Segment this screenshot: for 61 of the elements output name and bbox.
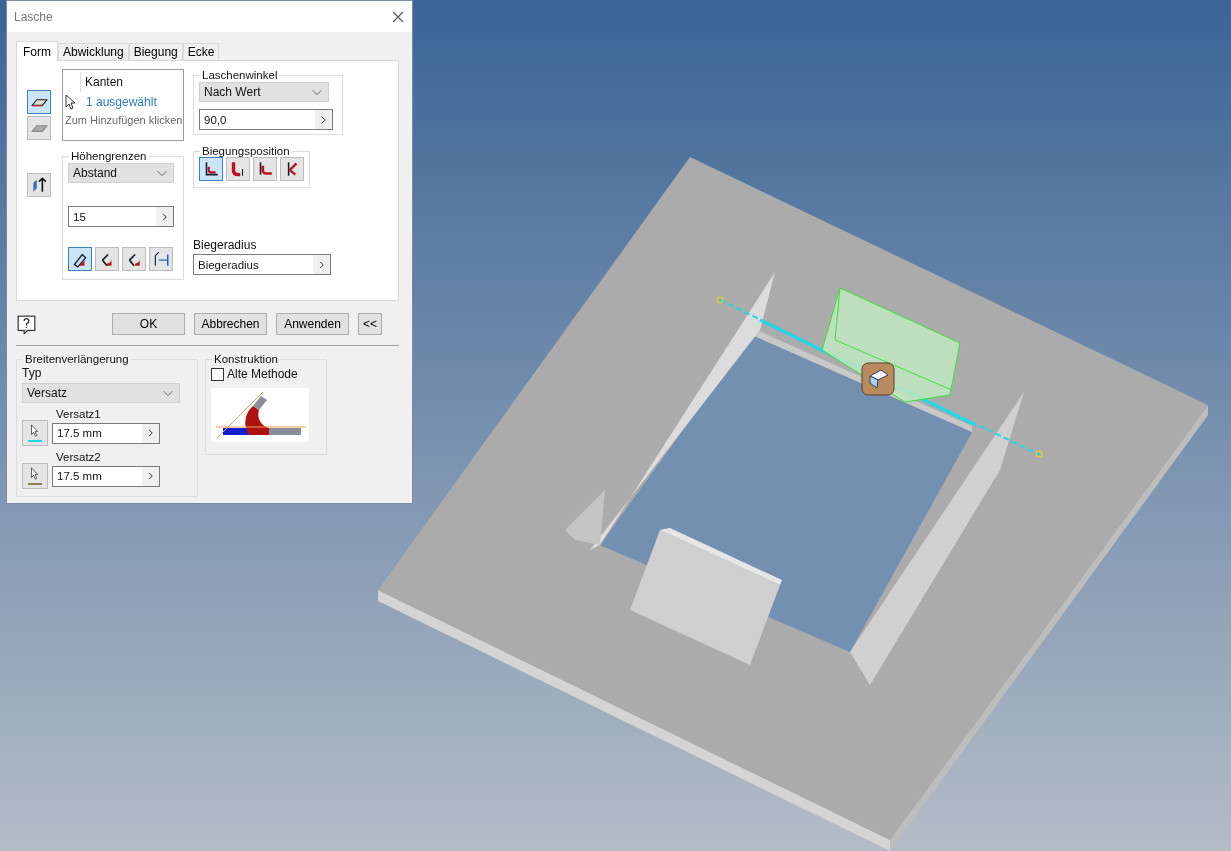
dialog-button[interactable]: Anwenden — [276, 313, 349, 335]
input-field[interactable]: 90,0 — [199, 109, 333, 130]
selection-count[interactable]: 1 ausgewählt — [86, 95, 183, 109]
field-value: 15 — [72, 209, 87, 225]
group-label: Breitenverlängerung — [24, 353, 130, 365]
checkbox-label[interactable]: Alte Methode — [227, 367, 298, 381]
toggle-button[interactable] — [68, 247, 92, 271]
toggle-button[interactable] — [27, 173, 51, 197]
toggle-button[interactable] — [149, 247, 173, 271]
dropdown[interactable]: Versatz — [22, 383, 180, 403]
input-field[interactable]: 15 — [68, 206, 174, 227]
toggle-button[interactable] — [27, 90, 51, 114]
field-label: Versatz1 — [56, 408, 102, 420]
cursor-icon — [65, 94, 75, 110]
toggle-button[interactable] — [27, 116, 51, 140]
input-field[interactable]: 17.5 mm — [52, 465, 160, 487]
help-icon[interactable] — [16, 314, 37, 334]
group-label: Biegungsposition — [201, 145, 291, 157]
selection-header: Kanten — [85, 75, 125, 91]
input-field[interactable]: 17.5 mm — [52, 422, 160, 444]
field-value: 17.5 mm — [56, 469, 103, 484]
group-label: Höhengrenzen — [70, 150, 148, 162]
close-icon[interactable] — [392, 10, 404, 23]
arrow-button[interactable] — [142, 423, 159, 443]
selection-box[interactable]: Kanten 1 ausgewählt Zum Hinzufügen klicken — [62, 69, 184, 141]
input-field[interactable]: Biegeradius — [193, 254, 331, 275]
arrow-button[interactable] — [142, 466, 159, 486]
tab[interactable]: Abwicklung — [58, 43, 129, 60]
dialog-button[interactable]: Abbrechen — [194, 313, 267, 335]
field-label: Biegeradius — [193, 238, 257, 254]
group-label: Konstruktion — [213, 353, 279, 365]
cursor-icon — [28, 424, 42, 438]
tab[interactable]: Biegung — [128, 43, 183, 60]
toggle-button[interactable] — [253, 157, 277, 181]
cursor-icon — [28, 467, 42, 481]
window-title: Lasche — [14, 9, 53, 24]
field-value: 17.5 mm — [56, 426, 103, 441]
dropdown[interactable]: Nach Wert — [199, 82, 329, 102]
checkbox[interactable] — [211, 367, 224, 381]
toggle-button[interactable] — [199, 157, 223, 181]
dropdown-value: Versatz — [27, 386, 68, 400]
bend-glyph-icon[interactable] — [861, 362, 895, 396]
dropdown[interactable]: Abstand — [68, 163, 174, 183]
dialog-button[interactable]: << — [358, 313, 382, 335]
field-label: Versatz2 — [56, 451, 102, 463]
field-value: Biegeradius — [197, 257, 260, 273]
field-label: Typ — [22, 366, 43, 380]
toggle-button[interactable] — [95, 247, 119, 271]
dialog-button[interactable]: OK — [112, 313, 185, 335]
dropdown-value: Nach Wert — [204, 85, 261, 99]
pick-button[interactable] — [22, 463, 48, 489]
toggle-button[interactable] — [226, 157, 250, 181]
dropdown-value: Abstand — [73, 166, 118, 180]
tab[interactable]: Ecke — [182, 43, 220, 60]
group-label: Laschenwinkel — [201, 69, 279, 81]
field-value: 90,0 — [203, 112, 228, 128]
selection-hint: Zum Hinzufügen klicken — [65, 113, 183, 127]
toggle-button[interactable] — [280, 157, 304, 181]
pick-button[interactable] — [22, 420, 48, 446]
tab[interactable]: Form — [16, 41, 58, 61]
toggle-button[interactable] — [122, 247, 146, 271]
